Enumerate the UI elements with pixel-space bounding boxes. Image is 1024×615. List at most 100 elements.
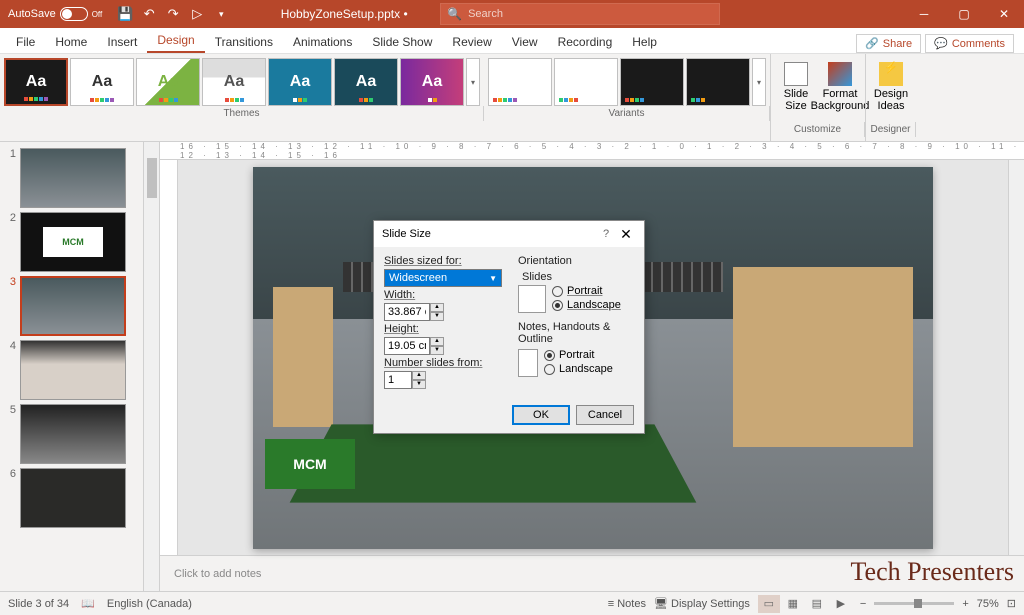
- tab-slideshow[interactable]: Slide Show: [362, 31, 442, 53]
- autosave-state: Off: [92, 10, 103, 19]
- watermark: Tech Presenters: [850, 557, 1014, 587]
- cancel-button[interactable]: Cancel: [576, 405, 634, 425]
- orientation-label: Orientation: [518, 255, 634, 267]
- theme-tile[interactable]: Aa: [334, 58, 398, 106]
- sized-for-label: Slides sized for:: [384, 255, 502, 267]
- horizontal-ruler: 16 · 15 · 14 · 13 · 12 · 11 · 10 · 9 · 8…: [160, 142, 1024, 160]
- tab-transitions[interactable]: Transitions: [205, 31, 283, 53]
- number-from-label: Number slides from:: [384, 357, 502, 369]
- reading-view-button[interactable]: ▤: [806, 595, 828, 613]
- tab-animations[interactable]: Animations: [283, 31, 362, 53]
- slideshow-icon[interactable]: ▷: [186, 3, 208, 25]
- number-from-spinner[interactable]: ▲▼: [412, 371, 426, 389]
- variant-tile[interactable]: [554, 58, 618, 106]
- minimize-button[interactable]: ─: [904, 0, 944, 28]
- undo-icon[interactable]: ↶: [138, 3, 160, 25]
- width-spinner[interactable]: ▲▼: [430, 303, 444, 321]
- theme-tile[interactable]: Aa: [202, 58, 266, 106]
- notes-toggle[interactable]: ≡ Notes: [608, 598, 646, 610]
- width-label: Width:: [384, 289, 502, 301]
- variants-group: ▾ Variants: [484, 54, 770, 141]
- customize-group-label: Customize: [771, 122, 865, 137]
- slide-thumbnail[interactable]: 3: [0, 274, 143, 338]
- zoom-level[interactable]: 75%: [977, 598, 999, 610]
- width-input[interactable]: [384, 303, 430, 321]
- zoom-out-button[interactable]: −: [860, 598, 866, 610]
- slides-portrait-radio[interactable]: Portrait: [552, 285, 621, 297]
- fit-to-window-button[interactable]: ⊡: [1007, 597, 1016, 610]
- maximize-button[interactable]: ▢: [944, 0, 984, 28]
- theme-tile[interactable]: Aa: [70, 58, 134, 106]
- variant-tile[interactable]: [620, 58, 684, 106]
- slide-thumbnail[interactable]: 2MCM: [0, 210, 143, 274]
- height-spinner[interactable]: ▲▼: [430, 337, 444, 355]
- slide-thumbnail[interactable]: 5: [0, 402, 143, 466]
- language-status[interactable]: English (Canada): [107, 598, 192, 610]
- themes-more-button[interactable]: ▾: [466, 58, 480, 106]
- variants-more-button[interactable]: ▾: [752, 58, 766, 106]
- thumbnail-scrollbar[interactable]: [143, 142, 159, 591]
- search-input[interactable]: 🔍 Search: [440, 3, 720, 25]
- tab-home[interactable]: Home: [45, 31, 97, 53]
- tab-recording[interactable]: Recording: [548, 31, 623, 53]
- theme-tile[interactable]: Aa: [400, 58, 464, 106]
- dialog-title: Slide Size: [382, 228, 596, 240]
- redo-icon[interactable]: ↷: [162, 3, 184, 25]
- autosave-control[interactable]: AutoSave Off: [0, 7, 110, 21]
- slides-landscape-radio[interactable]: Landscape: [552, 299, 621, 311]
- slide-counter: Slide 3 of 34: [8, 598, 69, 610]
- designer-group-label: Designer: [866, 122, 916, 137]
- slide-thumbnail[interactable]: 6: [0, 466, 143, 530]
- normal-view-button[interactable]: ▭: [758, 595, 780, 613]
- tab-file[interactable]: File: [6, 31, 45, 53]
- designer-group: ⚡Design Ideas Designer: [865, 54, 916, 141]
- qat-more-icon[interactable]: ▾: [210, 3, 232, 25]
- tab-view[interactable]: View: [502, 31, 548, 53]
- slide-thumbnail[interactable]: 4: [0, 338, 143, 402]
- dialog-help-button[interactable]: ?: [596, 228, 616, 240]
- mcm-logo: MCM: [265, 439, 355, 489]
- design-ideas-icon: ⚡: [879, 62, 903, 86]
- number-from-input[interactable]: [384, 371, 412, 389]
- ok-button[interactable]: OK: [512, 405, 570, 425]
- close-button[interactable]: ✕: [984, 0, 1024, 28]
- theme-tile[interactable]: Aa: [268, 58, 332, 106]
- notes-landscape-radio[interactable]: Landscape: [544, 363, 613, 375]
- height-input[interactable]: [384, 337, 430, 355]
- dialog-close-button[interactable]: ✕: [616, 226, 636, 243]
- theme-tile[interactable]: Aa: [4, 58, 68, 106]
- slide-thumbnail[interactable]: 1: [0, 146, 143, 210]
- tab-insert[interactable]: Insert: [97, 31, 147, 53]
- zoom-in-button[interactable]: +: [962, 598, 968, 610]
- zoom-slider[interactable]: [874, 602, 954, 605]
- display-settings-button[interactable]: 🖥 Display Settings: [654, 597, 750, 610]
- design-ideas-button[interactable]: ⚡Design Ideas: [870, 58, 912, 118]
- autosave-toggle[interactable]: [60, 7, 88, 21]
- themes-group-label: Themes: [0, 106, 484, 121]
- format-background-button[interactable]: Format Background: [819, 58, 861, 118]
- thumbnail-panel: 1 2MCM 3 4 5 6: [0, 142, 160, 591]
- view-buttons: ▭ ▦ ▤ ▶: [758, 595, 852, 613]
- tab-design[interactable]: Design: [147, 29, 204, 53]
- format-bg-icon: [828, 62, 852, 86]
- window-controls: ─ ▢ ✕: [904, 0, 1024, 28]
- spellcheck-icon[interactable]: 📖: [81, 597, 95, 610]
- title-bar: AutoSave Off 💾 ↶ ↷ ▷ ▾ HobbyZoneSetup.pp…: [0, 0, 1024, 28]
- share-button[interactable]: 🔗Share: [856, 34, 921, 53]
- ribbon-body: Aa Aa Aa Aa Aa Aa Aa ▾ Themes ▾ Variants…: [0, 54, 1024, 142]
- save-icon[interactable]: 💾: [114, 3, 136, 25]
- share-icon: 🔗: [865, 37, 879, 50]
- variant-tile[interactable]: [488, 58, 552, 106]
- comments-button[interactable]: 💬Comments: [925, 34, 1014, 53]
- theme-tile[interactable]: Aa: [136, 58, 200, 106]
- tab-review[interactable]: Review: [442, 31, 501, 53]
- editor-scrollbar[interactable]: [1008, 160, 1024, 555]
- chevron-down-icon: ▼: [489, 274, 497, 283]
- variant-tile[interactable]: [686, 58, 750, 106]
- sorter-view-button[interactable]: ▦: [782, 595, 804, 613]
- tab-help[interactable]: Help: [622, 31, 667, 53]
- quick-access-toolbar: 💾 ↶ ↷ ▷ ▾: [110, 3, 236, 25]
- slideshow-view-button[interactable]: ▶: [830, 595, 852, 613]
- notes-portrait-radio[interactable]: Portrait: [544, 349, 613, 361]
- sized-for-dropdown[interactable]: Widescreen▼: [384, 269, 502, 287]
